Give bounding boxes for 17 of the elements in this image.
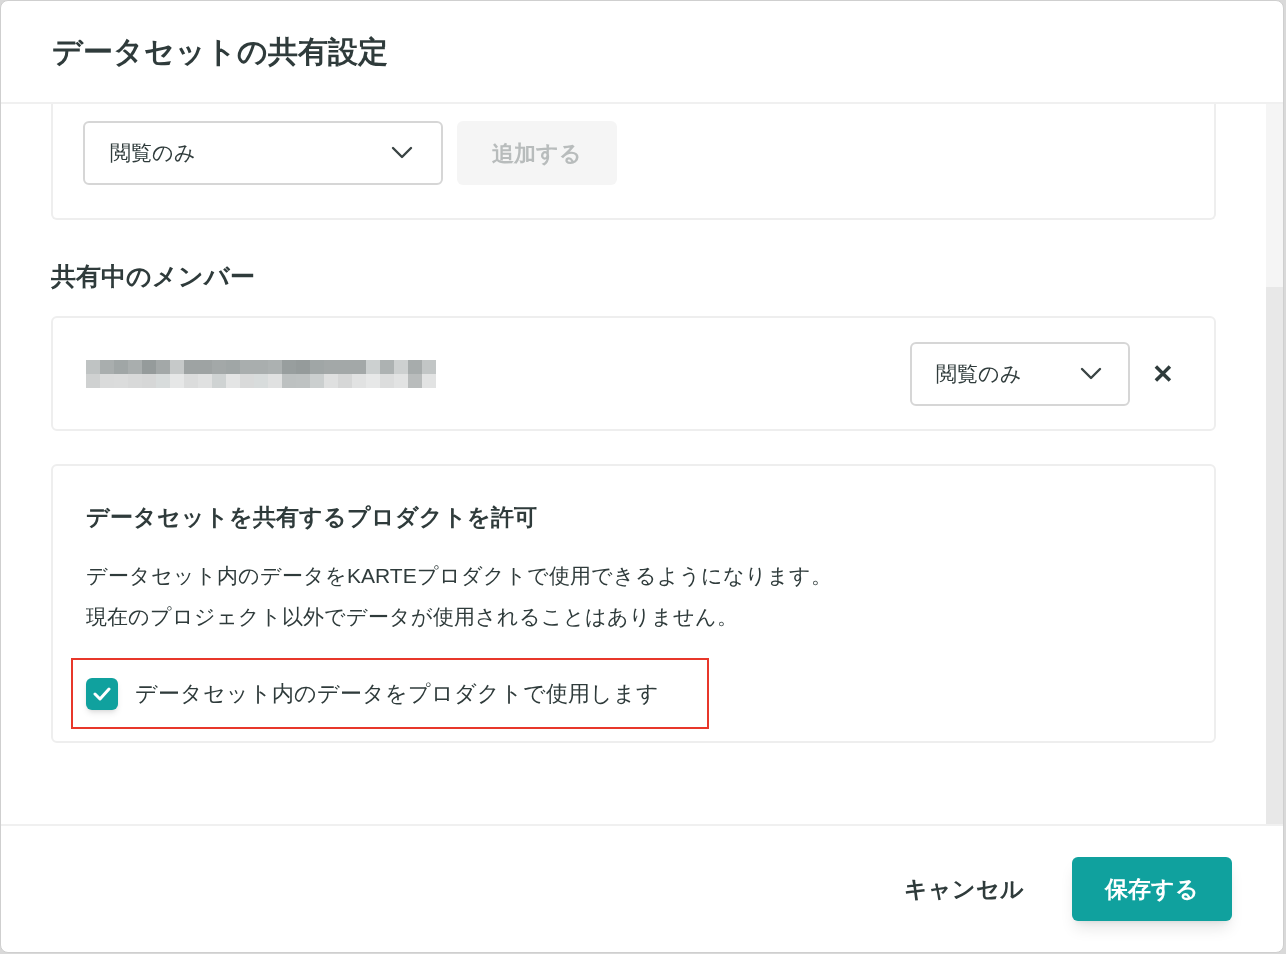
scrollbar-thumb[interactable] (1266, 287, 1283, 824)
description-text: 現在のプロジェクト以外でデータが使用されることはありません。 (86, 604, 739, 630)
dialog-title: データセットの共有設定 (52, 34, 388, 70)
check-icon (93, 686, 111, 701)
description-text: データセット内のデータをKARTEプロダクトで使用できるようになります。 (86, 563, 833, 589)
chevron-down-icon (1080, 366, 1102, 381)
checkbox-label: データセット内のデータをプロダクトで使用します (135, 680, 659, 708)
section-heading: 共有中のメンバー (51, 261, 256, 292)
checkbox[interactable] (86, 677, 118, 710)
cancel-button[interactable]: キャンセル (904, 871, 1024, 907)
role-select[interactable]: 閲覧のみ (910, 341, 1130, 406)
permission-title: データセットを共有するプロダクトを許可 (86, 503, 538, 532)
remove-button[interactable]: ✕ (1152, 360, 1174, 387)
role-select[interactable]: 閲覧のみ (83, 121, 443, 185)
select-value: 閲覧のみ (936, 360, 1022, 387)
select-value: 閲覧のみ (110, 140, 196, 167)
chevron-down-icon (391, 146, 413, 160)
